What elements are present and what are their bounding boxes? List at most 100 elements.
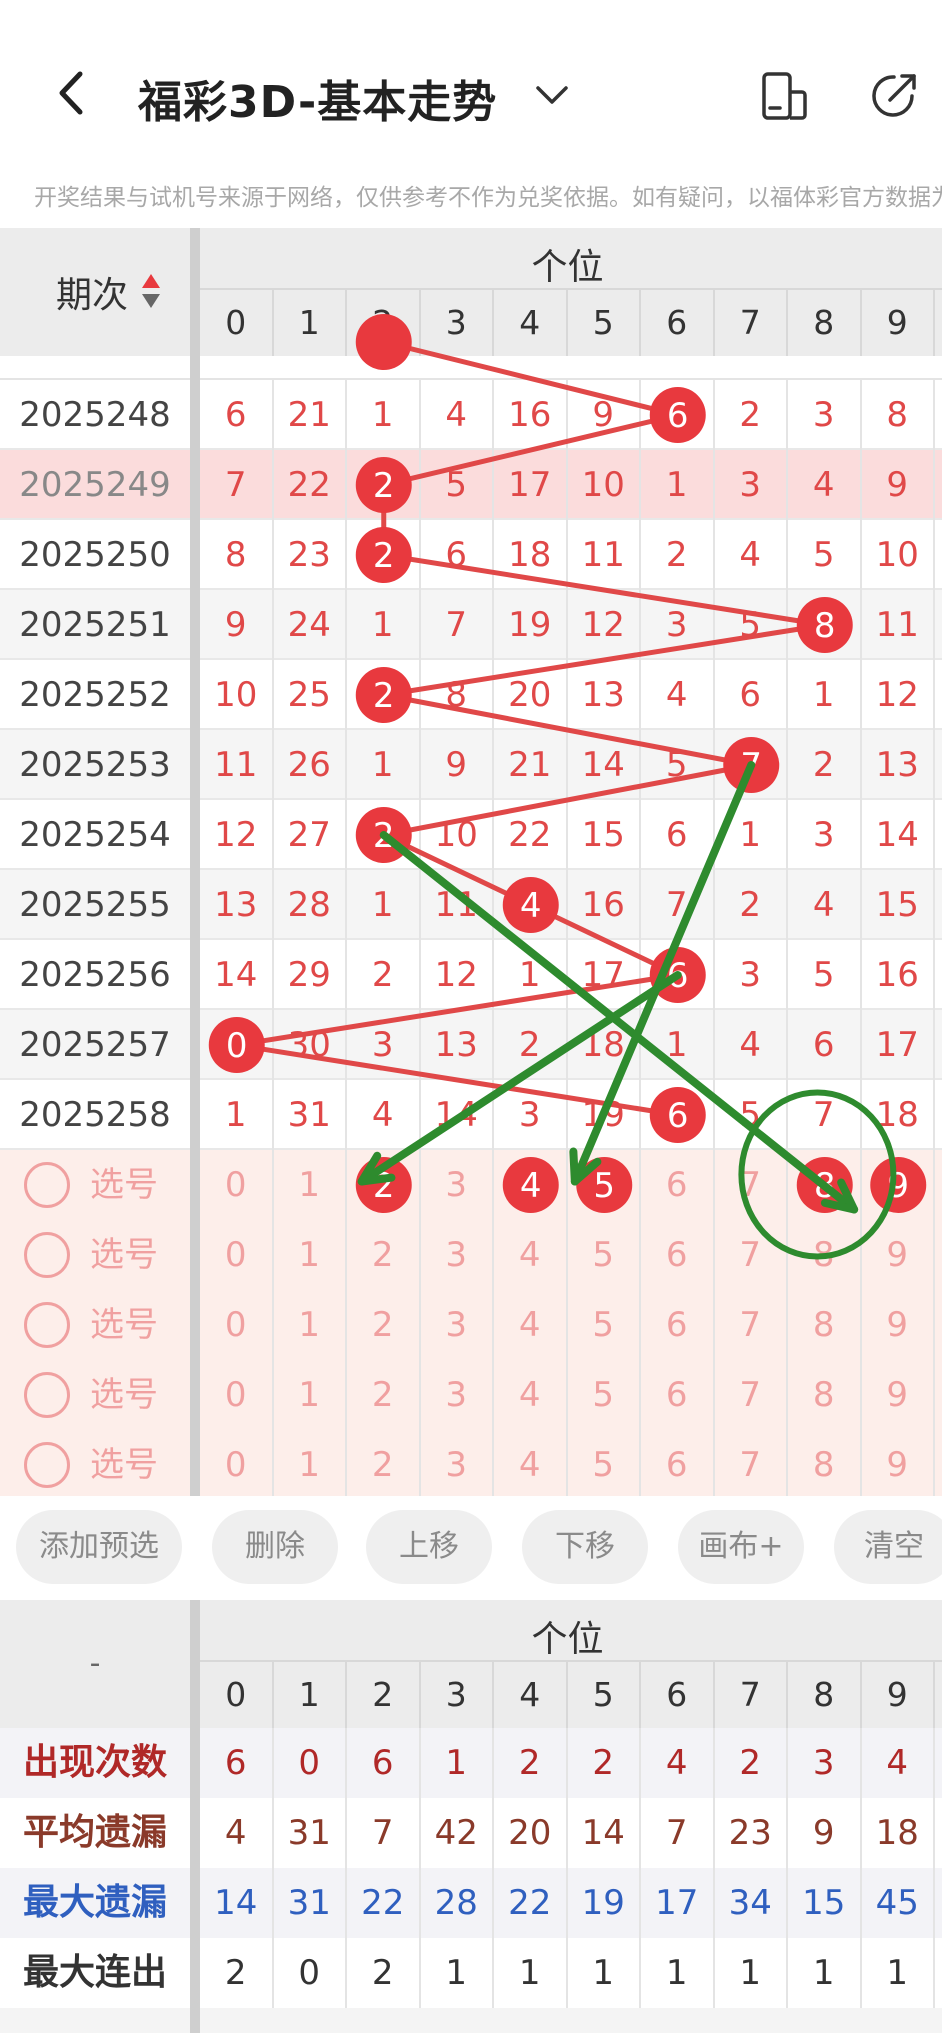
pick-radio-icon[interactable] [24,1442,70,1488]
share-icon[interactable] [868,70,920,122]
pick-digit-1[interactable]: 1 [274,1290,347,1360]
pick-digit-4[interactable]: 4 [494,1290,568,1360]
pick-cell[interactable]: 选号 [0,1220,190,1290]
pick-row[interactable]: 选号 0 1 2 3 4 5 6 7 8 9 [0,1220,942,1290]
pick-digit-6[interactable]: 6 [641,1220,715,1290]
toolbar-button-4[interactable]: 画布+ [678,1510,804,1584]
pick-digit-6[interactable]: 6 [641,1290,715,1360]
pick-digit-7[interactable]: 7 [715,1290,788,1360]
pick-row[interactable]: 选号 0 1 2 3 4 5 6 7 8 9 [0,1360,942,1430]
pick-cell[interactable]: 选号 [0,1150,190,1220]
pick-digit-7[interactable]: 7 [715,1220,788,1290]
pick-digit-4[interactable]: 4 [494,1430,568,1496]
pick-digit-0[interactable]: 0 [200,1430,274,1496]
pick-digit-3[interactable]: 3 [421,1220,494,1290]
table-row[interactable]: 2025254 12 27 2 10 22 15 6 1 3 14 [0,800,942,870]
toolbar-button-1[interactable]: 删除 [212,1510,338,1584]
pick-digit-8[interactable]: 8 [788,1290,862,1360]
pick-digit-2[interactable]: 2 [347,1290,421,1360]
table-row[interactable]: 2025249 7 22 2 5 17 10 1 3 4 9 [0,450,942,520]
pick-digit-7[interactable]: 7 [715,1150,788,1220]
toolbar-button-3[interactable]: 下移 [522,1510,648,1584]
back-arrow-icon[interactable] [48,68,98,118]
pick-digit-8[interactable]: 8 [788,1150,862,1220]
pick-digit-5[interactable]: 5 [568,1290,641,1360]
pick-digit-6[interactable]: 6 [641,1360,715,1430]
stats-digit-header-4: 4 [494,1662,568,1728]
device-layout-icon[interactable] [758,70,810,122]
pick-digit-6[interactable]: 6 [641,1150,715,1220]
cell-digit-8: 6 [788,1010,862,1080]
toolbar-button-0[interactable]: 添加预选 [16,1510,182,1584]
chevron-down-icon[interactable] [534,82,570,108]
stats-value: 2 [568,1728,641,1798]
table-row[interactable]: 2025255 13 28 1 11 4 16 7 2 4 15 [0,870,942,940]
pick-digit-6[interactable]: 6 [641,1430,715,1496]
pick-digit-4[interactable]: 4 [494,1360,568,1430]
pick-digit-3[interactable]: 3 [421,1290,494,1360]
pick-digit-0[interactable]: 0 [200,1290,274,1360]
pick-digit-8[interactable]: 8 [788,1360,862,1430]
stats-value: 4 [862,1728,935,1798]
pick-digit-9[interactable]: 9 [862,1150,935,1220]
cell-digit-5: 11 [568,520,641,590]
pick-digit-1[interactable]: 1 [274,1220,347,1290]
table-row[interactable]: 2025258 1 31 4 14 3 19 6 5 7 18 [0,1080,942,1150]
pick-digit-2[interactable]: 2 [347,1360,421,1430]
pick-digit-4[interactable]: 4 [494,1220,568,1290]
pick-digit-9[interactable]: 9 [862,1290,935,1360]
pick-digit-5[interactable]: 5 [568,1150,641,1220]
pick-digit-7[interactable]: 7 [715,1360,788,1430]
pick-digit-0[interactable]: 0 [200,1220,274,1290]
toolbar-button-5[interactable]: 清空 [834,1510,942,1584]
table-row[interactable]: 2025250 8 23 2 6 18 11 2 4 5 10 [0,520,942,590]
pick-radio-icon[interactable] [24,1302,70,1348]
pick-digit-3[interactable]: 3 [421,1150,494,1220]
pick-digit-0[interactable]: 0 [200,1150,274,1220]
pick-digit-5[interactable]: 5 [568,1360,641,1430]
pick-digit-8[interactable]: 8 [788,1430,862,1496]
pick-digit-8[interactable]: 8 [788,1220,862,1290]
period-header[interactable]: 期次 [0,228,190,356]
pick-digit-3[interactable]: 3 [421,1360,494,1430]
digit-header-2: 2 [347,290,421,356]
stats-digit-header-3: 3 [421,1662,494,1728]
pick-digit-5[interactable]: 5 [568,1220,641,1290]
cell-digit-9: 14 [862,800,935,870]
pick-cell[interactable]: 选号 [0,1360,190,1430]
pick-digit-7[interactable]: 7 [715,1430,788,1496]
pick-digit-1[interactable]: 1 [274,1360,347,1430]
table-row[interactable]: 2025257 0 30 3 13 2 18 1 4 6 17 [0,1010,942,1080]
cell-digit-3: 8 [421,660,494,730]
table-row[interactable]: 2025251 9 24 1 7 19 12 3 5 8 11 [0,590,942,660]
table-row[interactable]: 2025248 6 21 1 4 16 9 6 2 3 8 [0,380,942,450]
pick-cell[interactable]: 选号 [0,1430,190,1496]
cell-digit-3: 5 [421,450,494,520]
pick-digit-1[interactable]: 1 [274,1150,347,1220]
pick-row[interactable]: 选号 0 1 2 3 4 5 6 7 8 9 [0,1430,942,1496]
pick-digit-3[interactable]: 3 [421,1430,494,1496]
pick-digit-9[interactable]: 9 [862,1430,935,1496]
pick-digit-9[interactable]: 9 [862,1220,935,1290]
pick-digit-2[interactable]: 2 [347,1220,421,1290]
pick-digit-2[interactable]: 2 [347,1150,421,1220]
toolbar-button-2[interactable]: 上移 [366,1510,492,1584]
pick-digit-4[interactable]: 4 [494,1150,568,1220]
cell-digit-6: 6 [641,1080,715,1150]
pick-radio-icon[interactable] [24,1372,70,1418]
pick-digit-9[interactable]: 9 [862,1360,935,1430]
pick-digit-0[interactable]: 0 [200,1360,274,1430]
table-row[interactable]: 2025252 10 25 2 8 20 13 4 6 1 12 [0,660,942,730]
pick-cell[interactable]: 选号 [0,1290,190,1360]
table-row[interactable]: 2025253 11 26 1 9 21 14 5 7 2 13 [0,730,942,800]
pick-digit-2[interactable]: 2 [347,1430,421,1496]
pick-radio-icon[interactable] [24,1232,70,1278]
pick-row[interactable]: 选号 0 1 2 3 4 5 6 7 8 9 [0,1150,942,1220]
stats-row: 最大连出 2 0 2 1 1 1 1 1 1 1 [0,1938,942,2008]
table-row[interactable]: 2025256 14 29 2 12 1 17 6 3 5 16 [0,940,942,1010]
pick-digit-1[interactable]: 1 [274,1430,347,1496]
sort-icon[interactable] [140,272,162,310]
pick-radio-icon[interactable] [24,1162,70,1208]
pick-digit-5[interactable]: 5 [568,1430,641,1496]
pick-row[interactable]: 选号 0 1 2 3 4 5 6 7 8 9 [0,1290,942,1360]
